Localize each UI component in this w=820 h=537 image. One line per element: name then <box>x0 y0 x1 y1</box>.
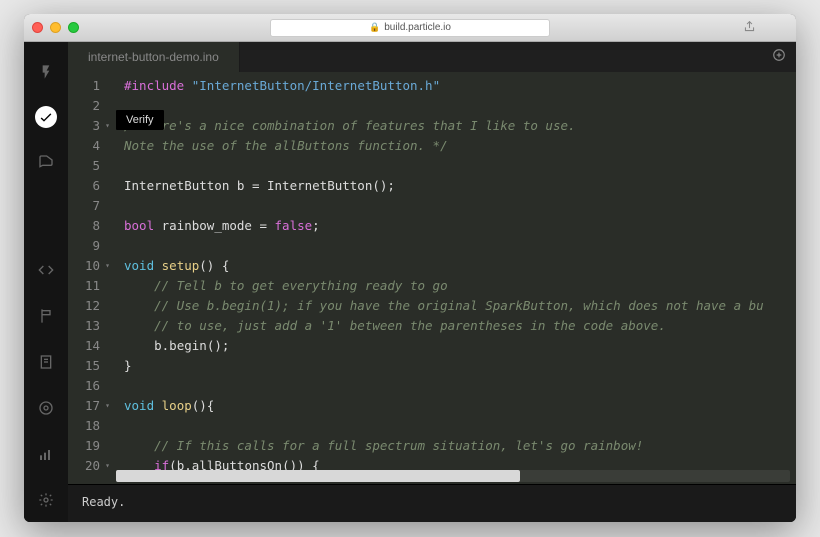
code-line[interactable]: /* Here's a nice combination of features… <box>124 116 796 136</box>
sidebar <box>24 42 68 522</box>
line-number: 8 <box>68 216 100 236</box>
line-number: 15 <box>68 356 100 376</box>
code-line[interactable] <box>124 236 796 256</box>
code-line[interactable]: void setup() { <box>124 256 796 276</box>
line-number: 13 <box>68 316 100 336</box>
code-line[interactable] <box>124 156 796 176</box>
verify-tooltip: Verify <box>116 110 164 130</box>
code-line[interactable]: // Tell b to get everything ready to go <box>124 276 796 296</box>
line-number: 14 <box>68 336 100 356</box>
tab-file[interactable]: internet-button-demo.ino <box>68 42 240 72</box>
horizontal-scrollbar[interactable] <box>116 470 790 482</box>
line-number: 4 <box>68 136 100 156</box>
line-number: 20 <box>68 456 100 470</box>
settings-icon[interactable] <box>34 488 58 512</box>
code-area[interactable]: #include "InternetButton/InternetButton.… <box>108 72 796 470</box>
line-number: 2 <box>68 96 100 116</box>
tab-label: internet-button-demo.ino <box>88 50 219 64</box>
line-number: 12 <box>68 296 100 316</box>
console-icon[interactable] <box>34 442 58 466</box>
app-window: 🔒 build.particle.io internet-button-demo… <box>24 14 796 522</box>
titlebar: 🔒 build.particle.io <box>24 14 796 42</box>
devices-icon[interactable] <box>34 396 58 420</box>
line-number: 19 <box>68 436 100 456</box>
share-icon[interactable] <box>743 20 756 36</box>
code-line[interactable] <box>124 416 796 436</box>
flash-icon[interactable] <box>34 60 58 84</box>
line-number: 11 <box>68 276 100 296</box>
add-tab-button[interactable] <box>772 48 786 67</box>
line-number: 3 <box>68 116 100 136</box>
code-line[interactable]: bool rainbow_mode = false; <box>124 216 796 236</box>
line-number: 1 <box>68 76 100 96</box>
line-gutter: 12345678910111213141516171819202122 <box>68 72 108 470</box>
code-line[interactable]: if(b.allButtonsOn()) { <box>124 456 796 470</box>
code-line[interactable]: } <box>124 356 796 376</box>
code-line[interactable]: // If this calls for a full spectrum sit… <box>124 436 796 456</box>
window-controls <box>32 22 79 33</box>
minimize-button[interactable] <box>50 22 61 33</box>
line-number: 10 <box>68 256 100 276</box>
zoom-button[interactable] <box>68 22 79 33</box>
save-icon[interactable] <box>34 150 58 174</box>
libraries-icon[interactable] <box>34 304 58 328</box>
line-number: 17 <box>68 396 100 416</box>
tabbar: internet-button-demo.ino <box>68 42 796 72</box>
code-line[interactable]: #include "InternetButton/InternetButton.… <box>124 76 796 96</box>
url-bar[interactable]: 🔒 build.particle.io <box>270 19 550 37</box>
url-text: build.particle.io <box>384 22 451 33</box>
code-line[interactable]: // Use b.begin(1); if you have the origi… <box>124 296 796 316</box>
docs-icon[interactable] <box>34 350 58 374</box>
console-panel: Ready. <box>68 484 796 522</box>
code-editor[interactable]: 12345678910111213141516171819202122 #inc… <box>68 72 796 470</box>
scrollbar-thumb[interactable] <box>116 470 520 482</box>
close-button[interactable] <box>32 22 43 33</box>
verify-icon[interactable] <box>35 106 57 128</box>
console-status: Ready. <box>82 495 125 509</box>
content-area: internet-button-demo.ino Verify 12345678… <box>24 42 796 522</box>
line-number: 18 <box>68 416 100 436</box>
line-number: 7 <box>68 196 100 216</box>
line-number: 16 <box>68 376 100 396</box>
code-line[interactable]: b.begin(); <box>124 336 796 356</box>
code-line[interactable]: void loop(){ <box>124 396 796 416</box>
line-number: 9 <box>68 236 100 256</box>
code-line[interactable] <box>124 96 796 116</box>
line-number: 5 <box>68 156 100 176</box>
line-number: 6 <box>68 176 100 196</box>
code-line[interactable]: Note the use of the allButtons function.… <box>124 136 796 156</box>
code-line[interactable] <box>124 376 796 396</box>
code-line[interactable] <box>124 196 796 216</box>
code-line[interactable]: // to use, just add a '1' between the pa… <box>124 316 796 336</box>
main-panel: internet-button-demo.ino Verify 12345678… <box>68 42 796 522</box>
code-line[interactable]: InternetButton b = InternetButton(); <box>124 176 796 196</box>
lock-icon: 🔒 <box>369 22 380 33</box>
code-icon[interactable] <box>34 258 58 282</box>
